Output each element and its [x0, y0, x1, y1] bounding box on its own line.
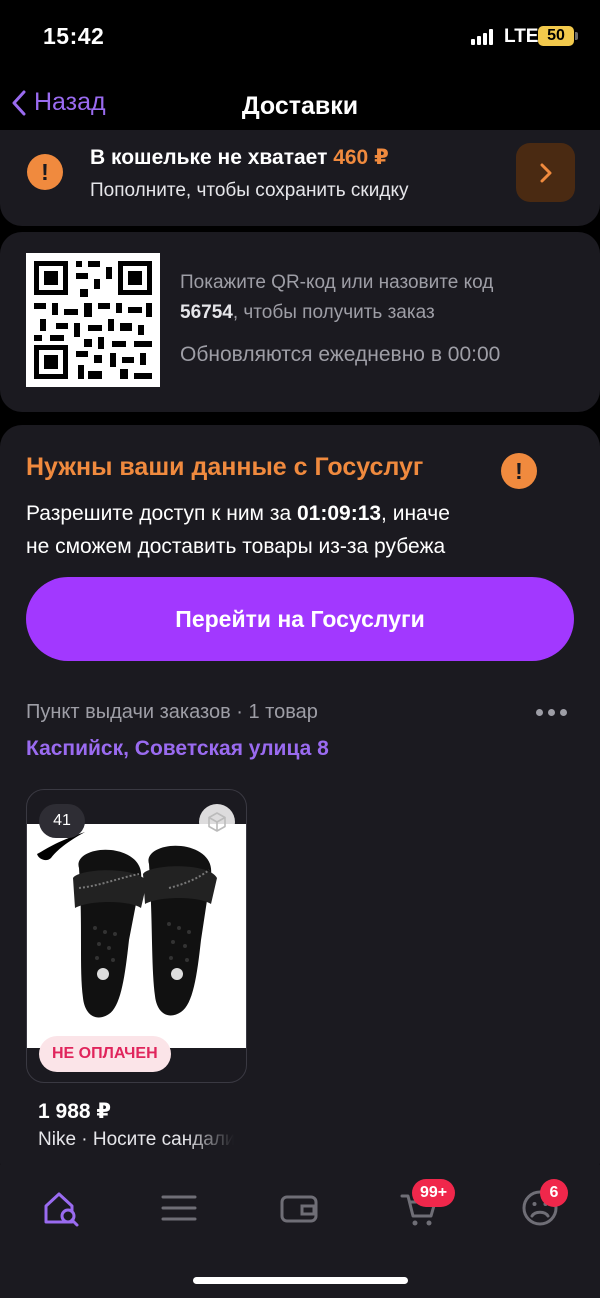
wallet-title-text: В кошельке не хватает: [90, 146, 328, 169]
qr-refresh-note: Обновляются ежедневно в 00:00: [180, 343, 501, 366]
qr-instruction: Покажите QR-код или назовите код 56754, …: [180, 268, 580, 328]
gosuslugi-desc-line2: не сможем доставить товары из-за рубежа: [26, 535, 446, 558]
tab-wallet[interactable]: [274, 1183, 324, 1233]
page-title: Доставки: [241, 92, 359, 120]
tab-catalog[interactable]: [154, 1183, 204, 1233]
product-price: 1 988 ₽: [38, 1100, 111, 1123]
gosuslugi-timer: 01:09:13: [296, 502, 382, 525]
cart-count-badge: 99+: [412, 1179, 456, 1207]
chevron-right-icon: [540, 163, 551, 182]
pickup-point-info: Пункт выдачи заказов · 1 товар: [26, 701, 318, 723]
tab-bar: 99+ 6: [0, 1165, 600, 1298]
size-badge: 41: [39, 804, 85, 838]
gosuslugi-desc-suffix: , иначе: [381, 502, 450, 525]
wallet-warning-subtitle: Пополните, чтобы сохранить скидку: [90, 180, 409, 201]
3d-cube-icon[interactable]: [199, 804, 235, 840]
qr-instruction-line1: Покажите QR-код или назовите код: [180, 272, 494, 293]
more-options-icon[interactable]: [536, 709, 567, 716]
product-image: [27, 824, 246, 1048]
network-type: LTE: [504, 26, 539, 47]
qr-code-card: Покажите QR-код или назовите код 56754, …: [0, 232, 600, 412]
sandals-image: [37, 832, 217, 1018]
wallet-warning-title: В кошельке не хватает 460 ₽: [90, 145, 389, 170]
home-search-icon: [44, 1192, 79, 1227]
wallet-icon: [280, 1195, 318, 1223]
gosuslugi-description: Разрешите доступ к ним за 01:09:13, инач…: [26, 497, 586, 563]
profile-notification-badge: 6: [540, 1179, 568, 1207]
qr-code-icon[interactable]: [26, 253, 160, 387]
battery-icon: 50: [538, 26, 574, 46]
wallet-amount: 460 ₽: [333, 146, 389, 169]
home-indicator[interactable]: [193, 1277, 408, 1284]
signal-icon: [471, 29, 497, 45]
battery-tip: [575, 32, 578, 40]
pickup-address[interactable]: Каспийск, Советская улица 8: [26, 737, 329, 761]
product-card[interactable]: 41 НЕ ОПЛАЧЕН: [26, 789, 247, 1083]
catalog-menu-icon: [161, 1195, 197, 1221]
status-badge: НЕ ОПЛАЧЕН: [39, 1036, 171, 1072]
gosuslugi-desc-prefix: Разрешите доступ к ним за: [26, 502, 292, 525]
pickup-code: 56754: [180, 302, 233, 323]
cube-glyph: [208, 812, 226, 832]
status-bar: 15:42 LTE 50: [0, 0, 600, 70]
status-time: 15:42: [43, 23, 105, 49]
wallet-warning-card[interactable]: ! В кошельке не хватает 460 ₽ Пополните,…: [0, 130, 600, 226]
gosuslugi-button[interactable]: Перейти на Госуслуги: [26, 577, 574, 661]
qr-instruction-line2: , чтобы получить заказ: [232, 302, 435, 323]
product-name: Nike · Носите сандалии: [38, 1129, 234, 1150]
gosuslugi-title: Нужны ваши данные с Госуслуг: [26, 453, 424, 481]
delivery-card: Нужны ваши данные с Госуслуг ! Разрешите…: [0, 425, 600, 1185]
tab-home[interactable]: [36, 1183, 86, 1233]
warning-icon: !: [27, 154, 63, 190]
warning-icon: !: [501, 453, 537, 489]
wallet-topup-button[interactable]: [516, 143, 575, 202]
qr-code-image: [26, 253, 160, 387]
